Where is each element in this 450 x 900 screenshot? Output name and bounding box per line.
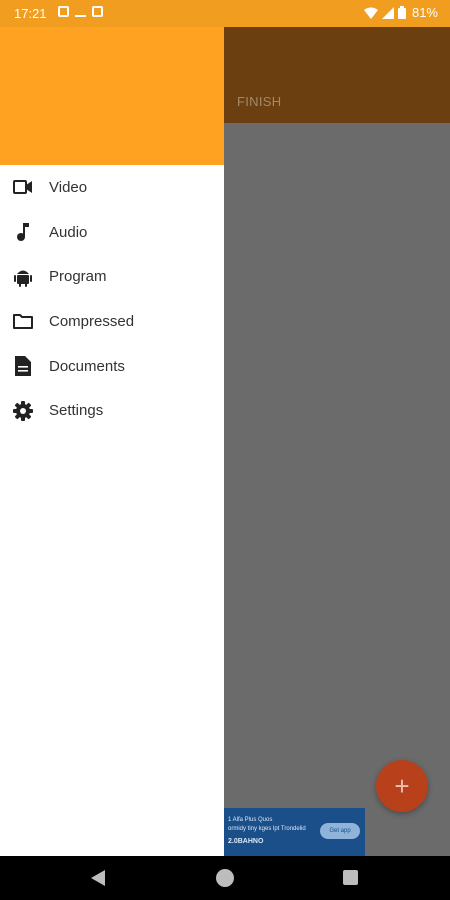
drawer-item-label: Audio	[49, 223, 88, 241]
ad-cta-button[interactable]: Get app	[320, 823, 360, 839]
finish-button[interactable]: FINISH	[237, 94, 281, 109]
wifi-icon	[363, 7, 378, 19]
signal-icon	[381, 6, 394, 19]
box-notif-icon	[92, 6, 103, 17]
recents-icon[interactable]	[343, 870, 358, 885]
drawer-item-video[interactable]: Video	[0, 165, 224, 210]
drawer-item-label: Video	[49, 178, 88, 196]
add-fab-button[interactable]: +	[376, 760, 428, 812]
drawer-item-settings[interactable]: Settings	[0, 388, 224, 433]
navigation-drawer: Video Audio Program Compressed Documents	[0, 27, 224, 856]
home-icon[interactable]	[216, 869, 234, 887]
drawer-item-label: Settings	[49, 402, 104, 420]
document-icon	[13, 356, 33, 377]
back-icon[interactable]	[91, 870, 105, 886]
drawer-item-compressed[interactable]: Compressed	[0, 299, 224, 344]
battery-icon	[397, 6, 406, 19]
status-time: 17:21	[14, 6, 47, 21]
system-nav-bar	[0, 856, 450, 900]
ad-line-2: ormidy tiny kges lpt Trondelid	[228, 826, 306, 832]
video-icon	[13, 177, 33, 197]
battery-percent: 81%	[411, 5, 438, 20]
drawer-item-label: Documents	[49, 357, 125, 375]
folder-icon	[13, 311, 33, 331]
ad-line-3: 2.0BAHNO	[228, 838, 264, 845]
drawer-item-audio[interactable]: Audio	[0, 210, 224, 255]
drawer-scrim[interactable]	[224, 123, 450, 856]
ad-line-1: 1 Alfa Plus Quos	[228, 817, 273, 823]
android-icon	[13, 267, 33, 287]
drawer-item-label: Program	[49, 268, 107, 286]
drawer-item-documents[interactable]: Documents	[0, 344, 224, 389]
ad-banner[interactable]: 1 Alfa Plus Quos ormidy tiny kges lpt Tr…	[224, 808, 365, 856]
plus-icon: +	[394, 770, 410, 801]
drawer-item-program[interactable]: Program	[0, 254, 224, 299]
drawer-item-label: Compressed	[49, 312, 135, 330]
drawer-menu: Video Audio Program Compressed Documents	[0, 165, 224, 433]
music-note-icon	[13, 222, 33, 242]
download-notif-icon	[75, 6, 86, 17]
status-bar: 17:21 81%	[0, 0, 450, 27]
notification-icons	[58, 6, 103, 17]
system-icons: 81%	[363, 5, 438, 20]
gear-icon	[13, 400, 33, 421]
image-notif-icon	[58, 6, 69, 17]
drawer-header	[0, 27, 224, 165]
